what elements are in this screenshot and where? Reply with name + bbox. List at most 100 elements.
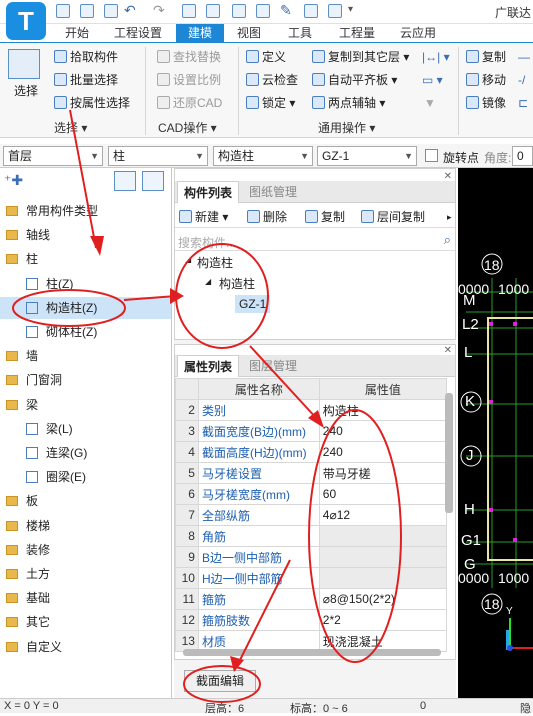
tab-property-list[interactable]: 属性列表: [177, 355, 240, 377]
tab-drawing-management[interactable]: 图纸管理: [243, 181, 303, 203]
property-value[interactable]: 构造柱: [318, 399, 448, 421]
table-row[interactable]: 11 箍筋 ⌀8@150(2*2): [175, 588, 448, 610]
property-value[interactable]: 240: [318, 420, 448, 442]
find-replace-button[interactable]: 查找替换: [157, 47, 221, 67]
tab-view[interactable]: 视图: [232, 24, 266, 42]
horizontal-scrollbar[interactable]: [183, 649, 441, 656]
two-point-axis-button[interactable]: 两点辅轴 ▾: [312, 93, 385, 113]
select-big-button[interactable]: 选择: [14, 81, 38, 101]
expand-all-icon[interactable]: ⁺✚: [4, 172, 23, 190]
auto-align-slab-button[interactable]: 自动平齐板 ▾: [312, 70, 397, 90]
open-icon[interactable]: [80, 4, 94, 18]
grid-icon[interactable]: [206, 4, 220, 18]
table-row[interactable]: 4 截面高度(H边)(mm) 240: [175, 441, 448, 463]
type-select[interactable]: 构造柱 ▼: [213, 146, 313, 166]
tree-item[interactable]: 梁: [0, 394, 38, 416]
tab-start[interactable]: 开始: [58, 24, 96, 42]
drawing-canvas[interactable]: Y 18 0000 1000 M L2 L K J H G1 G 0000 10…: [458, 168, 533, 698]
floor-select[interactable]: 首层 ▼: [3, 146, 103, 166]
new-component-button[interactable]: 新建 ▾: [179, 207, 228, 227]
collapse-icon[interactable]: ◢: [205, 277, 211, 286]
tab-cloud[interactable]: 云应用: [394, 24, 442, 42]
save-icon[interactable]: [56, 4, 70, 18]
define-button[interactable]: 定义: [246, 47, 286, 67]
set-scale-button[interactable]: 设置比例: [157, 70, 221, 90]
tab-tools[interactable]: 工具: [283, 24, 317, 42]
search-icon[interactable]: ⌕: [444, 232, 451, 248]
tree-node-gz1[interactable]: GZ-1: [235, 295, 271, 313]
calc-icon[interactable]: [256, 4, 270, 18]
property-value[interactable]: 4⌀12: [318, 504, 448, 526]
restore-cad-button[interactable]: 还原CAD: [157, 93, 222, 113]
cloud-check-button[interactable]: 云检查: [246, 70, 298, 90]
tree-item[interactable]: 连梁(G): [22, 442, 87, 464]
select-group-label[interactable]: 选择 ▾: [54, 120, 87, 136]
tree-item[interactable]: 梁(L): [22, 418, 73, 440]
property-value[interactable]: [318, 546, 448, 568]
search-box[interactable]: 搜索构件... ⌕: [175, 231, 455, 251]
pen-icon[interactable]: ✎: [280, 2, 292, 19]
vertical-scrollbar[interactable]: [445, 393, 453, 513]
more-icon[interactable]: ▸: [447, 207, 452, 227]
tab-modeling[interactable]: 建模: [176, 24, 224, 42]
table-row[interactable]: 8 角筋: [175, 525, 448, 547]
table-icon[interactable]: [304, 4, 318, 18]
trim-icon[interactable]: -/: [518, 70, 525, 90]
tree-item[interactable]: 自定义: [0, 636, 62, 658]
tab-component-list[interactable]: 构件列表: [177, 181, 240, 203]
list-view-icon[interactable]: [114, 171, 136, 191]
tree-item[interactable]: 墙: [0, 345, 38, 367]
batch-select-button[interactable]: 批量选择: [54, 70, 118, 90]
offset-icon[interactable]: ⊏: [518, 93, 528, 113]
tree-item[interactable]: 柱: [0, 248, 38, 270]
tree-item[interactable]: 砌体柱(Z): [22, 321, 97, 343]
layout-icon[interactable]: [328, 4, 342, 18]
select-by-property-button[interactable]: 按属性选择: [54, 93, 130, 113]
select-big-icon[interactable]: [8, 49, 40, 79]
print-icon[interactable]: [182, 4, 196, 18]
copy-component-button[interactable]: 复制: [305, 207, 345, 227]
tab-layer-management[interactable]: 图层管理: [243, 355, 303, 377]
dimension-icon[interactable]: |↔| ▾: [422, 47, 450, 67]
table-row[interactable]: 5 马牙槎设置 带马牙槎: [175, 462, 448, 484]
copy-between-floors-button[interactable]: 层间复制: [361, 207, 425, 227]
table-row[interactable]: 9 B边一侧中部筋: [175, 546, 448, 568]
search-input[interactable]: 搜索构件...: [178, 234, 236, 251]
angle-input[interactable]: 0: [512, 146, 533, 166]
property-value[interactable]: 240: [318, 441, 448, 463]
tree-item[interactable]: 门窗洞: [0, 369, 62, 391]
layer-icon[interactable]: ▭ ▾: [422, 70, 443, 90]
tree-item[interactable]: 其它: [0, 611, 50, 633]
tree-item[interactable]: 土方: [0, 563, 50, 585]
table-row[interactable]: 12 箍筋肢数 2*2: [175, 609, 448, 631]
table-row[interactable]: 3 截面宽度(B边)(mm) 240: [175, 420, 448, 442]
tree-node-type[interactable]: 构造柱: [219, 275, 255, 292]
cad-group-label[interactable]: CAD操作 ▾: [158, 120, 217, 136]
copy-button[interactable]: 复制: [466, 47, 506, 67]
tree-item[interactable]: 轴线: [0, 224, 50, 246]
card-view-icon[interactable]: [142, 171, 164, 191]
mirror-button[interactable]: 镜像: [466, 93, 506, 113]
redo-icon[interactable]: ↷: [153, 2, 165, 19]
tree-item[interactable]: 常用构件类型: [0, 200, 98, 222]
lock-button[interactable]: 锁定 ▾: [246, 93, 295, 113]
new-icon[interactable]: [104, 4, 118, 18]
tree-node-root[interactable]: 构造柱: [197, 254, 233, 271]
rotate-checkbox[interactable]: [425, 149, 438, 162]
common-group-label[interactable]: 通用操作 ▾: [318, 120, 375, 136]
table-row[interactable]: 7 全部纵筋 4⌀12: [175, 504, 448, 526]
delete-component-button[interactable]: 删除: [247, 207, 287, 227]
property-value[interactable]: 2*2: [318, 609, 448, 631]
tree-item[interactable]: 圈梁(E): [22, 466, 86, 488]
tab-quantity[interactable]: 工程量: [334, 24, 380, 42]
tree-item[interactable]: 基础: [0, 587, 50, 609]
item-select[interactable]: GZ-1 ▼: [317, 146, 417, 166]
copy-to-floor-button[interactable]: 复制到其它层 ▾: [312, 47, 409, 67]
close-icon[interactable]: ✕: [444, 345, 452, 356]
category-select[interactable]: 柱 ▼: [108, 146, 208, 166]
extend-icon[interactable]: —: [518, 47, 530, 67]
tree-item[interactable]: 板: [0, 490, 38, 512]
property-value[interactable]: [318, 525, 448, 547]
collapse-icon[interactable]: ◢: [185, 255, 191, 264]
property-value[interactable]: 60: [318, 483, 448, 505]
